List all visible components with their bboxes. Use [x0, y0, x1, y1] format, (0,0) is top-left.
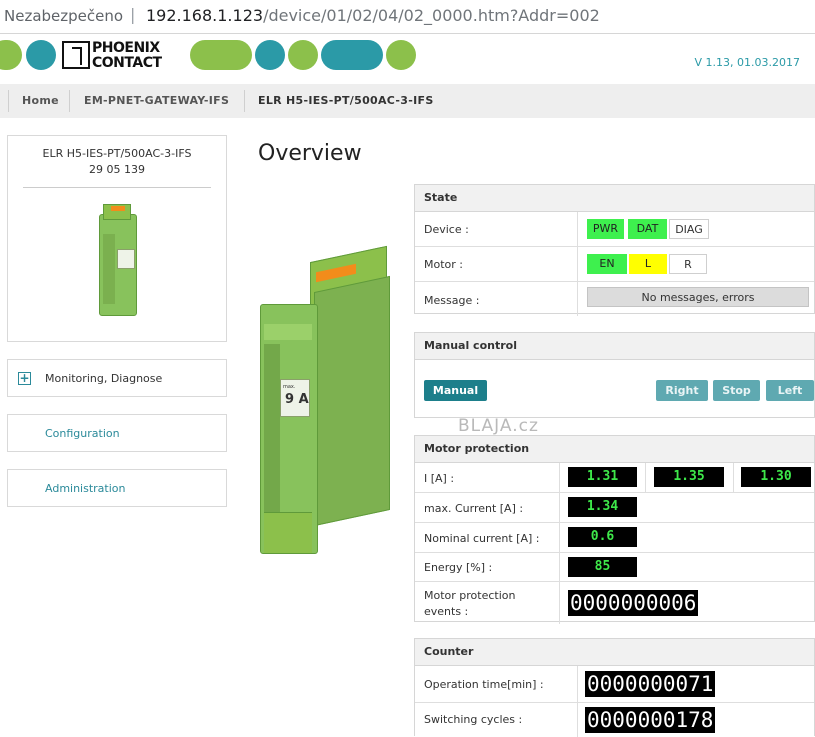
operation-time-counter: 0000000071 — [585, 671, 716, 697]
manual-button[interactable]: Manual — [424, 380, 487, 401]
motor-protection-section: Motor protection I [A] : 1.31 1.35 1.30 … — [414, 435, 815, 624]
nav-label: Monitoring, Diagnose — [45, 372, 163, 385]
current-l1-display: 1.31 — [568, 467, 637, 487]
protection-events-counter: 0000000006 — [568, 590, 699, 616]
logo-line1: PHOENIX — [92, 40, 160, 56]
decor-blob — [386, 40, 416, 70]
state-section: State Device : PWR DAT DIAG Motor : EN L… — [414, 184, 815, 316]
nominal-current-display: 0.6 — [568, 527, 637, 547]
current-l2-display: 1.35 — [654, 467, 724, 487]
led-l: L — [629, 254, 667, 274]
device-thumbnail — [81, 194, 155, 336]
state-row-message: Message : No messages, errors — [415, 282, 814, 316]
site-header: PHOENIX CONTACT V 1.13, 01.03.2017 — [0, 34, 815, 84]
logo-line2: CONTACT — [92, 55, 162, 71]
breadcrumb-gateway[interactable]: EM-PNET-GATEWAY-IFS — [84, 94, 229, 107]
url-text[interactable]: 192.168.1.123/device/01/02/04/02_0000.ht… — [146, 6, 600, 25]
led-dat: DAT — [628, 219, 667, 239]
state-row-device: Device : PWR DAT DIAG — [415, 212, 814, 247]
led-en: EN — [587, 254, 627, 274]
decor-blob — [321, 40, 383, 70]
counter-section: Counter Operation time[min] : 0000000071… — [414, 638, 815, 737]
phoenix-contact-logo[interactable]: PHOENIX CONTACT — [62, 38, 186, 72]
state-row-motor: Motor : EN L R — [415, 247, 814, 282]
led-diag: DIAG — [669, 219, 709, 239]
nav-monitoring-diagnose[interactable]: + Monitoring, Diagnose — [7, 359, 227, 397]
rating-prefix: max. — [283, 384, 296, 390]
switching-cycles-counter: 0000000178 — [585, 707, 716, 733]
rating-label: 9 A — [285, 392, 309, 407]
section-title: Counter — [415, 639, 814, 666]
nav-label: Administration — [45, 482, 126, 495]
nav-configuration[interactable]: Configuration — [7, 414, 227, 452]
decor-blob — [26, 40, 56, 70]
device-info-box: ELR H5-IES-PT/500AC-3-IFS 29 05 139 — [7, 135, 227, 342]
section-title: State — [415, 185, 814, 212]
message-display: No messages, errors — [587, 287, 809, 307]
breadcrumb-current-device: ELR H5-IES-PT/500AC-3-IFS — [258, 94, 434, 107]
device-name: ELR H5-IES-PT/500AC-3-IFS — [42, 147, 192, 160]
address-separator: | — [130, 5, 136, 24]
plus-icon[interactable]: + — [18, 372, 31, 385]
row-label: Nominal current [A] : — [424, 532, 540, 545]
decor-blob — [190, 40, 252, 70]
section-title: Motor protection — [415, 436, 814, 463]
row-operation-time: Operation time[min] : 0000000071 — [415, 666, 814, 703]
row-energy: Energy [%] : 85 — [415, 553, 814, 582]
row-max-current: max. Current [A] : 1.34 — [415, 493, 814, 523]
row-current: I [A] : 1.31 1.35 1.30 — [415, 463, 814, 493]
row-label: Switching cycles : — [424, 713, 523, 726]
row-label: Operation time[min] : — [424, 678, 544, 691]
security-status[interactable]: Nezabezpečeno — [4, 7, 123, 25]
manual-control-section: Manual control Manual Right Stop Left — [414, 332, 815, 418]
row-label-line1: Motor protection — [424, 589, 516, 602]
row-protection-events: Motor protection events : 0000000006 — [415, 582, 814, 624]
section-title: Manual control — [415, 333, 814, 360]
row-label-line2: events : — [424, 605, 469, 618]
device-number: 29 05 139 — [89, 163, 145, 176]
current-l3-display: 1.30 — [741, 467, 811, 487]
url-path: /device/01/02/04/02_0000.htm?Addr=002 — [263, 6, 600, 25]
row-label: I [A] : — [424, 472, 455, 485]
row-nominal-current: Nominal current [A] : 0.6 — [415, 523, 814, 553]
row-switching-cycles: Switching cycles : 0000000178 — [415, 703, 814, 737]
nav-label: Configuration — [45, 427, 120, 440]
row-label: Motor : — [424, 258, 463, 271]
right-button[interactable]: Right — [656, 380, 708, 401]
address-bar[interactable]: Nezabezpečeno | 192.168.1.123/device/01/… — [0, 0, 815, 34]
row-label: max. Current [A] : — [424, 502, 524, 515]
decor-blob — [255, 40, 285, 70]
url-host: 192.168.1.123 — [146, 6, 264, 25]
watermark: BLAJA.cz — [458, 416, 539, 436]
logo-mark-icon — [62, 41, 90, 69]
firmware-version: V 1.13, 01.03.2017 — [694, 56, 801, 69]
left-button[interactable]: Left — [766, 380, 814, 401]
led-pwr: PWR — [587, 219, 624, 239]
product-image: max. 9 A — [252, 244, 402, 560]
stop-button[interactable]: Stop — [713, 380, 760, 401]
row-label: Message : — [424, 294, 480, 307]
led-r: R — [669, 254, 707, 274]
breadcrumb: Home EM-PNET-GATEWAY-IFS ELR H5-IES-PT/5… — [0, 84, 815, 118]
decor-blob — [288, 40, 318, 70]
energy-display: 85 — [568, 557, 637, 577]
max-current-display: 1.34 — [568, 497, 637, 517]
row-label: Energy [%] : — [424, 561, 493, 574]
breadcrumb-home[interactable]: Home — [22, 94, 59, 107]
nav-administration[interactable]: Administration — [7, 469, 227, 507]
page-title: Overview — [258, 141, 362, 166]
decor-blob — [0, 40, 22, 70]
row-label: Device : — [424, 223, 469, 236]
